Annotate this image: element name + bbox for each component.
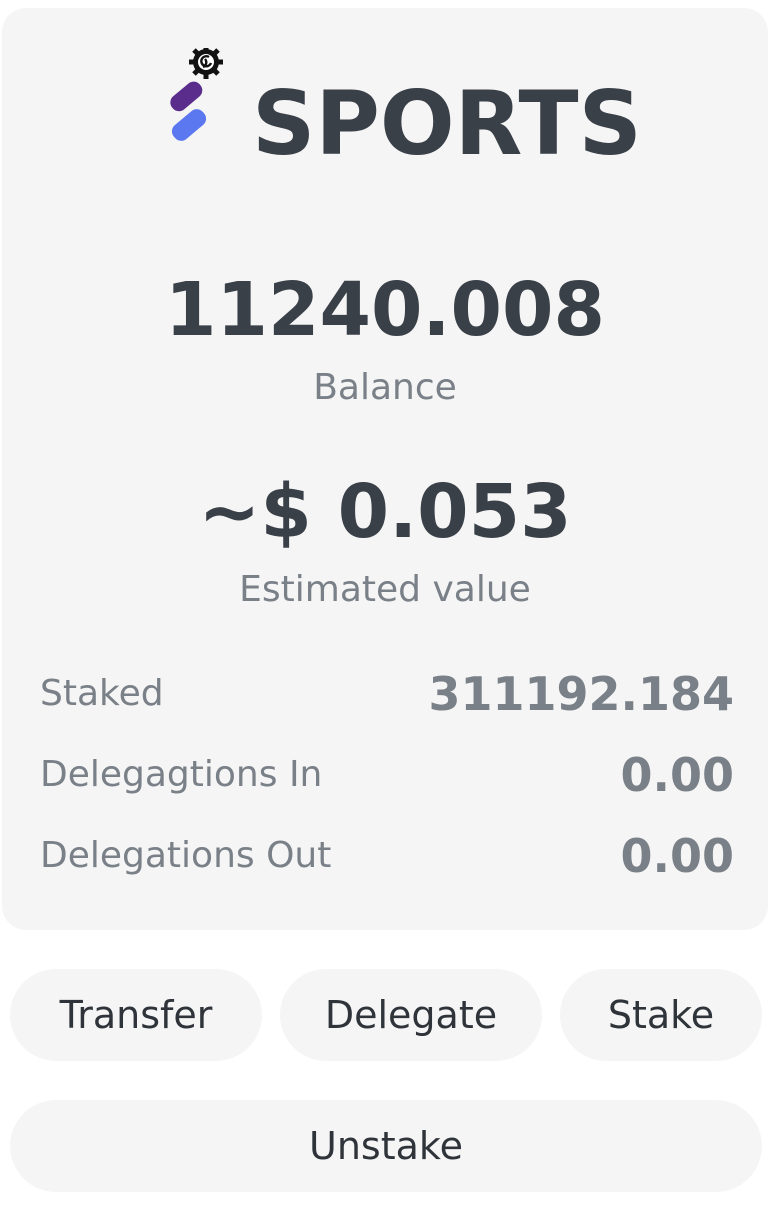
stat-row-delegations-in: Delegagtions In 0.00 bbox=[40, 745, 734, 805]
stat-row-delegations-out: Delegations Out 0.00 bbox=[40, 826, 734, 886]
stat-value: 0.00 bbox=[620, 748, 735, 802]
token-header: SPORTS bbox=[2, 45, 768, 188]
stat-label: Delegations Out bbox=[40, 835, 332, 876]
balance-value: 11240.008 bbox=[164, 267, 606, 353]
sports-token-logo-icon bbox=[162, 45, 232, 148]
token-info-card: SPORTS 11240.008 Balance ~$ 0.053 Estima… bbox=[2, 8, 768, 930]
stat-value: 0.00 bbox=[620, 829, 735, 883]
estimated-value-label: Estimated value bbox=[239, 569, 531, 610]
balance-label: Balance bbox=[313, 367, 457, 408]
unstake-button[interactable]: Unstake bbox=[10, 1100, 762, 1192]
token-name: SPORTS bbox=[252, 72, 642, 175]
stat-label: Staked bbox=[40, 673, 164, 714]
stat-label: Delegagtions In bbox=[40, 754, 323, 795]
estimated-value: ~$ 0.053 bbox=[198, 469, 572, 555]
stat-row-staked: Staked 311192.184 bbox=[40, 664, 734, 724]
delegate-button[interactable]: Delegate bbox=[280, 969, 542, 1061]
stake-button[interactable]: Stake bbox=[560, 969, 762, 1061]
transfer-button[interactable]: Transfer bbox=[10, 969, 262, 1061]
stat-value: 311192.184 bbox=[428, 667, 734, 721]
